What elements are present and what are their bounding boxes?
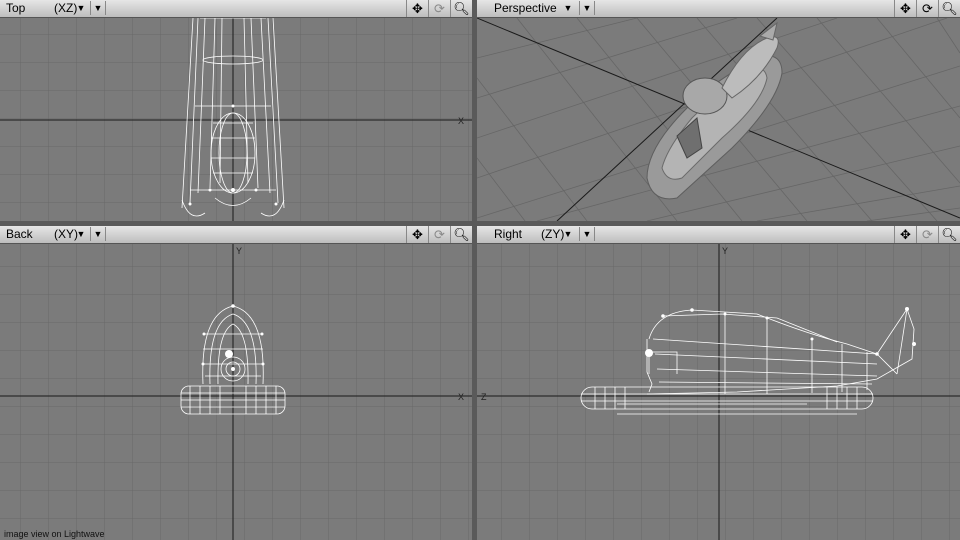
viewport-canvas[interactable]: X (0, 18, 472, 221)
viewport-header: Back (XY) ▼ ▼ ✥ ⟳ 🔍︎ (0, 226, 472, 244)
viewport-name: Right (494, 227, 523, 241)
axis-label-y: Y (722, 246, 728, 256)
view-type-dropdown-icon[interactable]: ▼ (561, 0, 575, 16)
move-icon[interactable]: ✥ (894, 226, 916, 243)
rotate-icon[interactable]: ⟳ (916, 226, 938, 243)
move-icon[interactable]: ✥ (406, 226, 428, 243)
axis-dropdown-icon[interactable]: ▼ (74, 0, 88, 16)
viewport-perspective[interactable]: Perspective ▼ ▼ ✥ ⟳ 🔍︎ (477, 0, 960, 221)
view-menu-dropdown-icon[interactable]: ▼ (579, 227, 595, 241)
rotate-icon[interactable]: ⟳ (916, 0, 938, 17)
zoom-icon[interactable]: 🔍︎ (938, 226, 960, 243)
move-icon[interactable]: ✥ (894, 0, 916, 17)
axis-label-z: Z (481, 392, 487, 402)
zoom-icon[interactable]: 🔍︎ (450, 0, 472, 17)
viewport-name: Perspective (494, 1, 557, 15)
viewport-name: Back (6, 227, 33, 241)
zoom-icon[interactable]: 🔍︎ (938, 0, 960, 17)
viewport-canvas[interactable]: X Y (0, 244, 472, 540)
viewport-header: Top (XZ) ▼ ▼ ✥ ⟳ 🔍︎ (0, 0, 472, 18)
axis-dropdown-icon[interactable]: ▼ (74, 226, 88, 242)
axis-label-x: X (458, 116, 464, 126)
rotate-icon[interactable]: ⟳ (428, 226, 450, 243)
viewport-canvas[interactable]: Z Y (477, 244, 960, 540)
axis-label-x: X (458, 392, 464, 402)
viewport-right[interactable]: Right (ZY) ▼ ▼ ✥ ⟳ 🔍︎ Z Y (477, 226, 960, 540)
axis-dropdown-icon[interactable]: ▼ (561, 226, 575, 242)
viewport-divider-vertical[interactable] (472, 0, 477, 540)
axis-label-y: Y (236, 246, 242, 256)
viewport-name: Top (6, 1, 26, 15)
zoom-icon[interactable]: 🔍︎ (450, 226, 472, 243)
image-caption: image view on Lightwave (4, 529, 105, 539)
viewport-header: Right (ZY) ▼ ▼ ✥ ⟳ 🔍︎ (477, 226, 960, 244)
viewport-canvas[interactable] (477, 18, 960, 221)
view-menu-dropdown-icon[interactable]: ▼ (90, 227, 106, 241)
viewport-header: Perspective ▼ ▼ ✥ ⟳ 🔍︎ (477, 0, 960, 18)
view-menu-dropdown-icon[interactable]: ▼ (90, 1, 106, 15)
view-menu-dropdown-icon[interactable]: ▼ (579, 1, 595, 15)
viewport-back[interactable]: Back (XY) ▼ ▼ ✥ ⟳ 🔍︎ X Y (0, 226, 472, 540)
move-icon[interactable]: ✥ (406, 0, 428, 17)
viewport-divider-horizontal[interactable] (0, 221, 960, 226)
viewport-top[interactable]: Top (XZ) ▼ ▼ ✥ ⟳ 🔍︎ X (0, 0, 472, 221)
rotate-icon[interactable]: ⟳ (428, 0, 450, 17)
